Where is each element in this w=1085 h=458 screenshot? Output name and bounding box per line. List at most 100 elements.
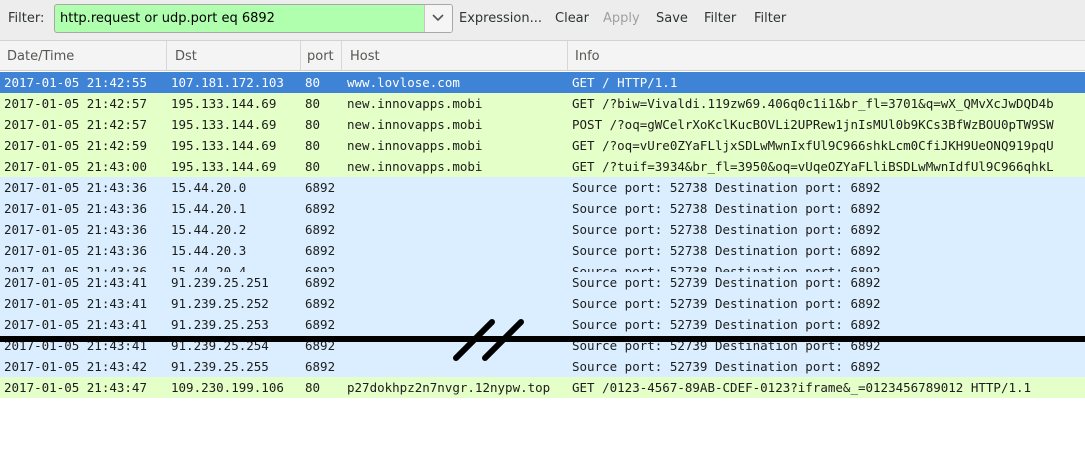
packet-row[interactable]: 2017-01-05 21:42:59 195.133.144.69 80 new.i… [0,135,1085,156]
clear-button[interactable]: Clear [555,11,589,26]
cell-port: 80 [305,75,321,90]
packet-row[interactable]: 2017-01-05 21:42:55 107.181.172.103 80 www.… [0,72,1085,93]
cell-info: GET / HTTP/1.1 [572,75,678,90]
cell-dst: 195.133.144.69 [171,159,277,174]
cell-datetime: 2017-01-05 21:43:36 [4,180,147,195]
packet-row[interactable]: 2017-01-05 21:43:00 195.133.144.69 80 new.i… [0,156,1085,177]
cell-dst: 91.239.25.251 [171,275,269,290]
cell-info: GET /?oq=vUre0ZYaFLljxSDLwMwnIxfUl9C966s… [572,138,1054,153]
cell-info: Source port: 52738 Destination port: 689… [572,222,881,237]
column-divider[interactable] [300,41,301,71]
cell-dst: 195.133.144.69 [171,96,277,111]
packet-row[interactable]: 2017-01-05 21:43:42 91.239.25.255 6892 Sour… [0,356,1085,377]
cell-info: GET /?biw=Vivaldi.119zw69.406q0c1i1&br_f… [572,96,1054,111]
cell-datetime: 2017-01-05 21:43:41 [4,296,147,311]
packet-row[interactable]: 2017-01-05 21:43:41 91.239.25.252 6892 Sour… [0,293,1085,314]
screenshot-cut-bar [0,336,1085,342]
cell-info: POST /?oq=gWCelrXoKclKucBOVLi2UPRew1jnIs… [572,117,1054,132]
cell-info: GET /0123-4567-89AB-CDEF-0123?iframe&_=0… [572,380,1032,395]
apply-button[interactable]: Apply [603,11,640,26]
column-divider[interactable] [341,41,342,71]
packet-row[interactable]: 2017-01-05 21:43:41 91.239.25.251 6892 Sour… [0,272,1085,293]
cell-datetime: 2017-01-05 21:42:59 [4,138,147,153]
cell-info: Source port: 52738 Destination port: 689… [572,243,881,258]
cell-info: Source port: 52739 Destination port: 689… [572,317,881,332]
cut-marker-icon [453,319,524,361]
packet-row[interactable]: 2017-01-05 21:43:36 15.44.20.1 6892 Source … [0,198,1085,219]
cell-dst: 109.230.199.106 [171,380,284,395]
cell-host: p27dokhpz2n7nvgr.12nypw.top [347,380,551,395]
cell-host: new.innovapps.mobi [347,159,483,174]
display-filter-input[interactable]: http.request or udp.port eq 6892 [54,4,453,33]
cell-port: 80 [305,138,321,153]
cell-datetime: 2017-01-05 21:42:57 [4,96,147,111]
cell-dst: 107.181.172.103 [171,75,284,90]
cell-datetime: 2017-01-05 21:43:36 [4,243,147,258]
cell-datetime: 2017-01-05 21:43:41 [4,275,147,290]
cell-port: 6892 [305,359,336,374]
packet-row[interactable]: 2017-01-05 21:42:57 195.133.144.69 80 new.i… [0,114,1085,135]
cell-port: 6892 [305,201,336,216]
cell-datetime: 2017-01-05 21:43:47 [4,380,147,395]
display-filter-text[interactable]: http.request or udp.port eq 6892 [60,11,275,26]
cell-host: new.innovapps.mobi [347,138,483,153]
cell-port: 6892 [305,243,336,258]
cell-info: Source port: 52739 Destination port: 689… [572,296,881,311]
cell-dst: 91.239.25.253 [171,317,269,332]
cell-port: 6892 [305,180,336,195]
column-header-dst[interactable]: Dst [175,49,197,64]
cell-info: Source port: 52738 Destination port: 689… [572,201,881,216]
save-button[interactable]: Save [656,11,688,26]
cell-port: 80 [305,96,321,111]
cell-dst: 91.239.25.255 [171,359,269,374]
column-divider[interactable] [567,41,568,71]
cell-port: 80 [305,159,321,174]
cell-info: Source port: 52739 Destination port: 689… [572,275,881,290]
filter-label: Filter: [8,11,45,26]
chevron-down-icon [432,14,444,22]
cell-dst: 195.133.144.69 [171,138,277,153]
filter-toolbar: Filter: http.request or udp.port eq 6892… [0,0,1085,41]
column-header-host[interactable]: Host [350,49,380,64]
cell-port: 6892 [305,275,336,290]
cell-port: 80 [305,117,321,132]
cell-port: 6892 [305,222,336,237]
cell-datetime: 2017-01-05 21:42:57 [4,117,147,132]
cell-port: 6892 [305,317,336,332]
packet-row[interactable]: 2017-01-05 21:43:36 15.44.20.3 6892 Source … [0,240,1085,261]
cell-port: 6892 [305,296,336,311]
filter-history-dropdown[interactable] [424,5,452,32]
cell-datetime: 2017-01-05 21:43:42 [4,359,147,374]
cell-host: new.innovapps.mobi [347,117,483,132]
cell-dst: 91.239.25.252 [171,296,269,311]
packet-row[interactable]: 2017-01-05 21:43:36 15.44.20.2 6892 Source … [0,219,1085,240]
cell-port: 80 [305,380,321,395]
expression-button[interactable]: Expression... [459,11,542,26]
column-divider[interactable] [166,41,167,71]
cell-dst: 15.44.20.0 [171,180,247,195]
cell-dst: 15.44.20.1 [171,201,247,216]
packet-row[interactable]: 2017-01-05 21:43:41 91.239.25.253 6892 Sour… [0,314,1085,335]
packet-row[interactable]: 2017-01-05 21:43:36 15.44.20.0 6892 Source … [0,177,1085,198]
cell-datetime: 2017-01-05 21:42:55 [4,75,147,90]
cell-dst: 15.44.20.2 [171,222,247,237]
filter-button-2[interactable]: Filter [754,11,786,26]
cell-datetime: 2017-01-05 21:43:41 [4,317,147,332]
column-header-datetime[interactable]: Date/Time [7,49,74,64]
cell-info: Source port: 52738 Destination port: 689… [572,180,881,195]
cell-dst: 195.133.144.69 [171,117,277,132]
packet-row[interactable]: 2017-01-05 21:42:57 195.133.144.69 80 new.i… [0,93,1085,114]
cell-datetime: 2017-01-05 21:43:00 [4,159,147,174]
cell-info: GET /?tuif=3934&br_fl=3950&oq=vUqeOZYaFL… [572,159,1054,174]
cell-dst: 15.44.20.3 [171,243,247,258]
cell-datetime: 2017-01-05 21:43:36 [4,222,147,237]
cell-info: Source port: 52739 Destination port: 689… [572,359,881,374]
cell-host: new.innovapps.mobi [347,96,483,111]
packet-row[interactable]: 2017-01-05 21:43:47 109.230.199.106 80 p27d… [0,377,1085,398]
packet-list-header: Date/Time Dst port Host Info [0,41,1085,71]
cell-datetime: 2017-01-05 21:43:36 [4,201,147,216]
filter-button-1[interactable]: Filter [704,11,736,26]
column-header-port[interactable]: port [307,49,337,64]
column-header-info[interactable]: Info [575,49,600,64]
cell-host: www.lovlose.com [347,75,460,90]
